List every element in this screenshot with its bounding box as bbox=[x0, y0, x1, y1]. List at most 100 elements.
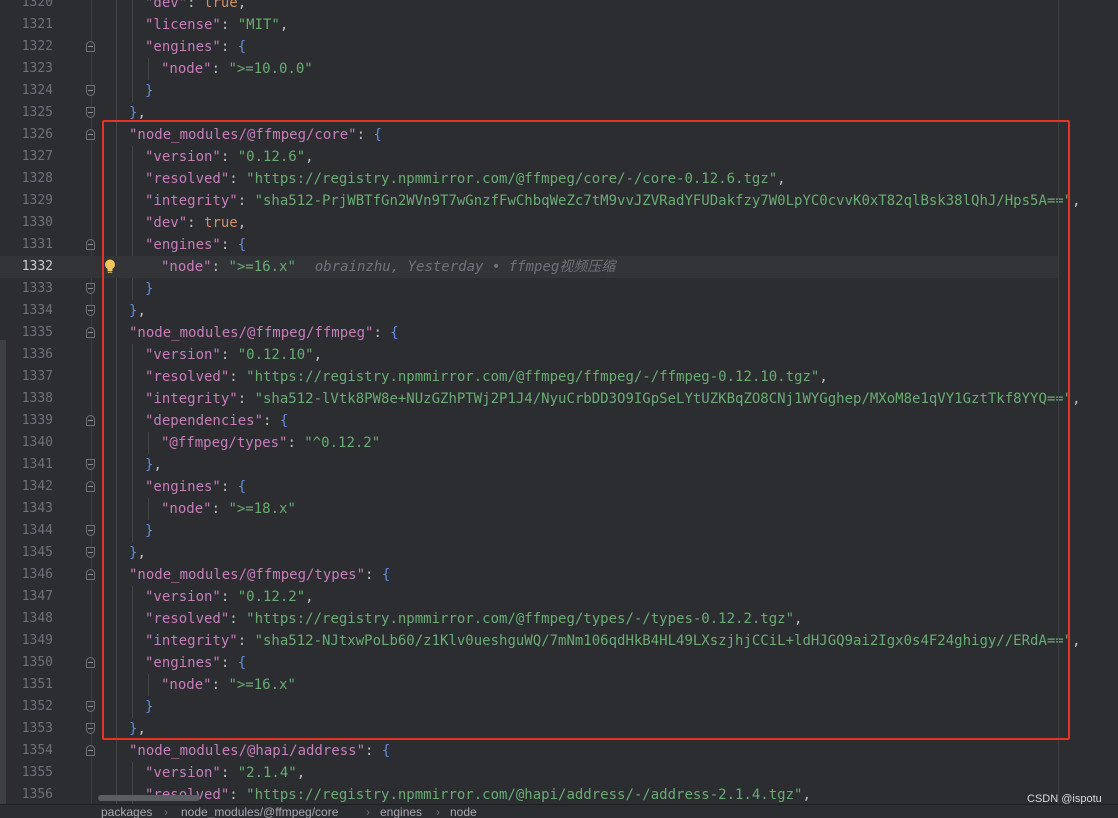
line-number: 1323 bbox=[21, 61, 53, 76]
code-token: : bbox=[211, 61, 229, 77]
line-number: 1332 bbox=[21, 259, 53, 274]
code-line[interactable]: 1324} bbox=[0, 80, 1058, 102]
line-number: 1340 bbox=[21, 435, 53, 450]
code-token: , bbox=[802, 787, 811, 803]
code-text: "engines": { bbox=[145, 36, 246, 58]
code-token: "version" bbox=[145, 765, 221, 781]
fold-end-icon[interactable] bbox=[86, 107, 95, 118]
code-text: } bbox=[145, 80, 153, 102]
code-token: ">=10.0.0" bbox=[228, 61, 313, 77]
code-token: "https://registry.npmmirror.com/@hapi/ad… bbox=[246, 787, 803, 803]
code-text: "dev": true, bbox=[145, 0, 246, 14]
code-token: , bbox=[1072, 633, 1081, 649]
code-token: "license" bbox=[145, 17, 221, 33]
line-number: 1351 bbox=[21, 677, 53, 692]
horizontal-scrollbar[interactable] bbox=[98, 795, 200, 801]
line-number: 1350 bbox=[21, 655, 53, 670]
fold-end-icon[interactable] bbox=[86, 459, 95, 470]
breadcrumb-item-engines[interactable]: engines bbox=[380, 806, 422, 818]
code-line[interactable]: 1354 "node_modules/@hapi/address": { bbox=[0, 740, 1058, 762]
line-number: 1329 bbox=[21, 193, 53, 208]
line-number: 1338 bbox=[21, 391, 53, 406]
code-token: : bbox=[187, 0, 205, 11]
code-token: "MIT" bbox=[237, 17, 280, 33]
code-token: : bbox=[220, 17, 238, 33]
line-number: 1342 bbox=[21, 479, 53, 494]
line-number: 1348 bbox=[21, 611, 53, 626]
breadcrumb-separator: › bbox=[436, 805, 440, 818]
code-token: } bbox=[145, 83, 154, 99]
fold-end-icon[interactable] bbox=[86, 723, 95, 734]
breadcrumb-separator: › bbox=[164, 805, 168, 818]
code-token: , bbox=[1072, 193, 1081, 209]
code-token: "node" bbox=[161, 61, 212, 77]
line-number: 1333 bbox=[21, 281, 53, 296]
line-number: 1339 bbox=[21, 413, 53, 428]
breadcrumb-separator: › bbox=[366, 805, 370, 818]
breadcrumb-item-node[interactable]: node bbox=[450, 806, 477, 818]
breadcrumb-item-packages[interactable]: packages bbox=[101, 806, 152, 818]
line-number: 1353 bbox=[21, 721, 53, 736]
line-number: 1347 bbox=[21, 589, 53, 604]
line-number: 1344 bbox=[21, 523, 53, 538]
line-number: 1343 bbox=[21, 501, 53, 516]
fold-end-icon[interactable] bbox=[86, 547, 95, 558]
line-number: 1354 bbox=[21, 743, 53, 758]
line-number: 1331 bbox=[21, 237, 53, 252]
code-token: "node_modules/@hapi/address" bbox=[129, 743, 366, 759]
fold-collapse-icon[interactable] bbox=[86, 415, 95, 426]
line-number: 1321 bbox=[21, 17, 53, 32]
code-line[interactable]: 1320 "dev": true, bbox=[0, 0, 1058, 14]
code-token: "2.1.4" bbox=[237, 765, 297, 781]
line-number: 1349 bbox=[21, 633, 53, 648]
fold-end-icon[interactable] bbox=[86, 283, 95, 294]
fold-collapse-icon[interactable] bbox=[86, 327, 95, 338]
fold-collapse-icon[interactable] bbox=[86, 481, 95, 492]
fold-collapse-icon[interactable] bbox=[86, 657, 95, 668]
line-number: 1341 bbox=[21, 457, 53, 472]
code-text: "version": "2.1.4", bbox=[145, 762, 305, 784]
line-number: 1356 bbox=[21, 787, 53, 802]
line-number: 1345 bbox=[21, 545, 53, 560]
fold-collapse-icon[interactable] bbox=[86, 569, 95, 580]
code-token: : bbox=[220, 39, 238, 55]
code-token: , bbox=[1072, 391, 1081, 407]
fold-end-icon[interactable] bbox=[86, 305, 95, 316]
line-number: 1346 bbox=[21, 567, 53, 582]
code-token: : bbox=[229, 787, 247, 803]
line-number: 1327 bbox=[21, 149, 53, 164]
line-number: 1355 bbox=[21, 765, 53, 780]
code-line[interactable]: 1321 "license": "MIT", bbox=[0, 14, 1058, 36]
line-number: 1337 bbox=[21, 369, 53, 384]
line-number: 1322 bbox=[21, 39, 53, 54]
code-line[interactable]: 1323 "node": ">=10.0.0" bbox=[0, 58, 1058, 80]
code-token: { bbox=[381, 743, 391, 759]
fold-collapse-icon[interactable] bbox=[86, 239, 95, 250]
breadcrumb: packages › node_modules/@ffmpeg/core › e… bbox=[0, 804, 1118, 818]
code-text: "node_modules/@hapi/address": { bbox=[129, 740, 390, 762]
code-token: : bbox=[365, 743, 382, 759]
code-text: "license": "MIT", bbox=[145, 14, 288, 36]
code-token: { bbox=[237, 39, 247, 55]
fold-end-icon[interactable] bbox=[86, 85, 95, 96]
code-text: "resolved": "https://registry.npmmirror.… bbox=[145, 784, 811, 804]
fold-collapse-icon[interactable] bbox=[86, 129, 95, 140]
fold-end-icon[interactable] bbox=[86, 701, 95, 712]
code-token: , bbox=[137, 105, 146, 121]
code-line[interactable]: 1355 "version": "2.1.4", bbox=[0, 762, 1058, 784]
line-number: 1352 bbox=[21, 699, 53, 714]
code-line[interactable]: 1322 "engines": { bbox=[0, 36, 1058, 58]
line-number: 1325 bbox=[21, 105, 53, 120]
line-number: 1320 bbox=[21, 0, 53, 10]
line-number: 1330 bbox=[21, 215, 53, 230]
code-editor[interactable]: 1320 "dev": true, 1321 "license": "MIT", 132… bbox=[0, 0, 1118, 804]
line-number: 1326 bbox=[21, 127, 53, 142]
code-line[interactable]: 1356 "resolved": "https://registry.npmmir… bbox=[0, 784, 1058, 804]
fold-collapse-icon[interactable] bbox=[86, 41, 95, 52]
line-number: 1328 bbox=[21, 171, 53, 186]
breadcrumb-item-core[interactable]: node_modules/@ffmpeg/core bbox=[181, 806, 338, 818]
line-number: 1334 bbox=[21, 303, 53, 318]
code-token: , bbox=[237, 0, 247, 11]
fold-collapse-icon[interactable] bbox=[86, 745, 95, 756]
fold-end-icon[interactable] bbox=[86, 525, 95, 536]
